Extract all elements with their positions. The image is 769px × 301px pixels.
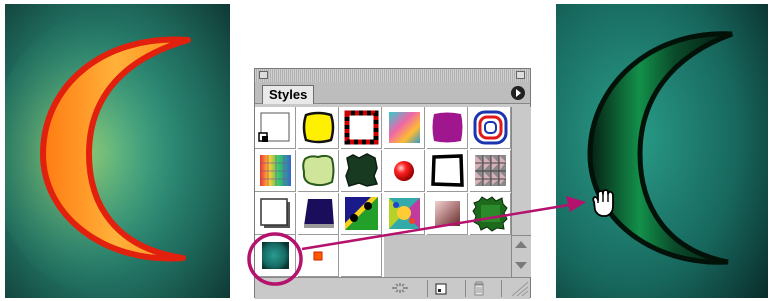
style-swatch-small-orange[interactable] <box>298 235 339 277</box>
style-swatch-pyramid-pattern[interactable] <box>470 150 511 192</box>
grab-hand-icon <box>592 189 614 217</box>
green-crescent-illustration <box>556 4 768 298</box>
tab-styles[interactable]: Styles <box>262 85 315 104</box>
style-swatch-teal-gradient[interactable] <box>255 235 296 277</box>
style-swatch-purple-rough[interactable] <box>427 107 468 149</box>
scroll-down-arrow-icon[interactable] <box>515 262 527 269</box>
scrollbar-separator <box>512 235 531 236</box>
style-swatch-green-starburst[interactable] <box>470 193 511 235</box>
artwork-after <box>556 4 768 298</box>
style-swatch-rainbow-grid[interactable] <box>255 150 296 192</box>
palette-close-box[interactable] <box>259 71 268 79</box>
trash-icon[interactable] <box>465 280 492 297</box>
styles-palette: Styles <box>254 68 531 299</box>
style-swatch-checker-border[interactable] <box>341 107 382 149</box>
palette-scrollbar[interactable] <box>511 107 531 277</box>
orange-crescent-illustration <box>5 4 230 298</box>
style-swatch-empty <box>341 235 382 277</box>
palette-menu-arrow-icon[interactable] <box>511 86 525 100</box>
style-swatch-white-shadow[interactable] <box>255 193 296 235</box>
swatch-grid-empty-area <box>384 235 511 277</box>
palette-tab-row: Styles <box>255 82 530 104</box>
style-swatch-grid <box>255 107 511 277</box>
style-swatch-rose-bevel[interactable] <box>427 193 468 235</box>
artwork-before <box>5 4 230 298</box>
palette-bottom-bar <box>255 277 530 299</box>
style-swatch-dark-blue-frame[interactable] <box>298 193 339 235</box>
palette-title-bar[interactable] <box>255 69 530 82</box>
palette-zoom-box[interactable] <box>516 71 525 79</box>
style-swatch-black-border[interactable] <box>427 150 468 192</box>
style-swatch-default[interactable] <box>255 107 296 149</box>
scroll-up-arrow-icon[interactable] <box>515 241 527 248</box>
resize-grip-icon[interactable] <box>501 280 530 297</box>
new-style-icon[interactable] <box>427 280 454 297</box>
style-swatch-dark-green-blob[interactable] <box>341 150 382 192</box>
break-link-icon[interactable] <box>387 280 413 297</box>
style-swatch-red-sphere[interactable] <box>384 150 425 192</box>
style-swatch-dots-on-green[interactable] <box>341 193 382 235</box>
style-swatch-light-green-blob[interactable] <box>298 150 339 192</box>
style-swatch-yellow-rough[interactable] <box>298 107 339 149</box>
style-swatch-concentric[interactable] <box>470 107 511 149</box>
style-swatch-rainbow-blur[interactable] <box>384 107 425 149</box>
style-swatch-mosaic[interactable] <box>384 193 425 235</box>
